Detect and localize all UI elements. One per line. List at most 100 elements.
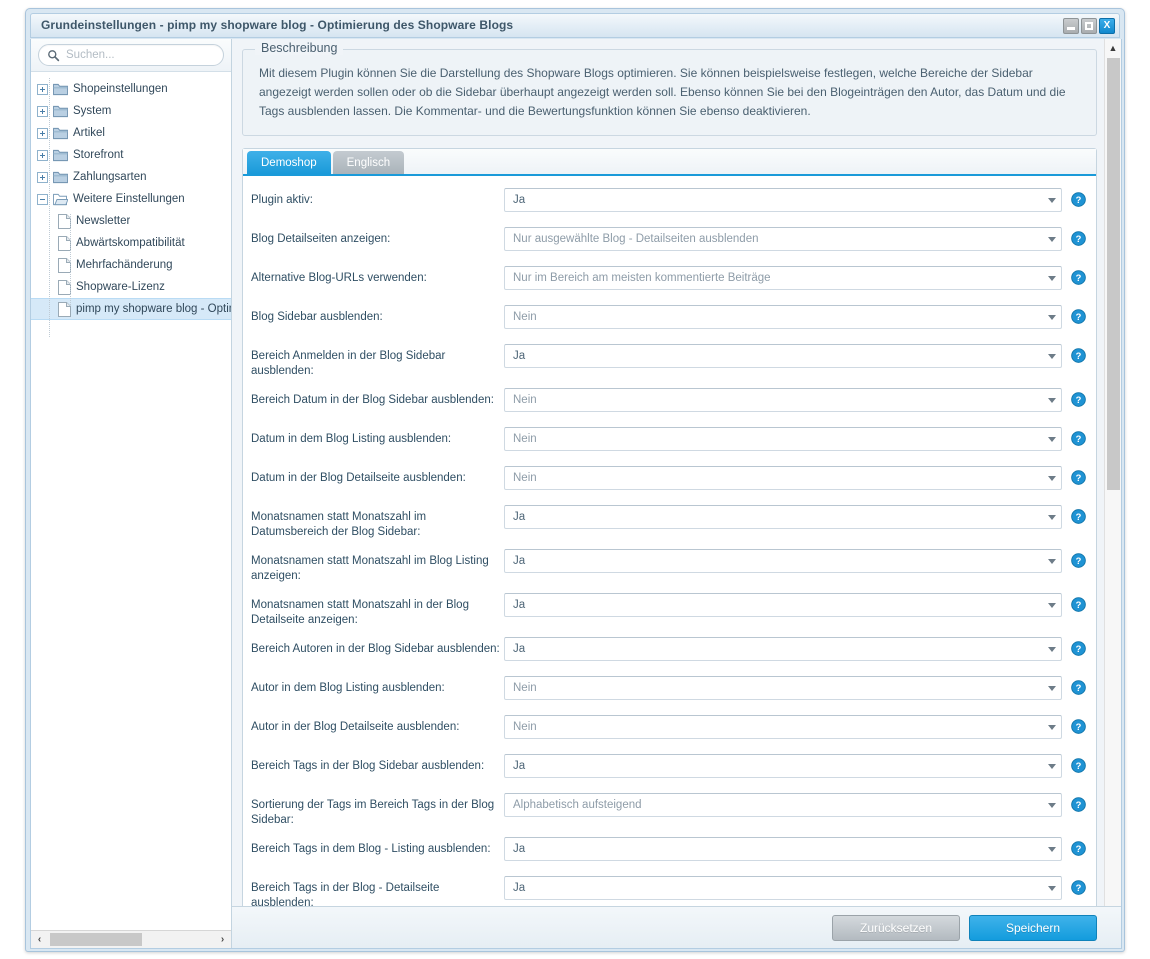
tree-item-label: pimp my shopware blog - Optim bbox=[76, 303, 231, 315]
hscroll-track[interactable] bbox=[48, 931, 214, 948]
tree-item-mehrfach-nderung[interactable]: Mehrfachänderung bbox=[31, 254, 231, 276]
main-vertical-scrollbar[interactable]: ▲ bbox=[1104, 39, 1121, 906]
save-button[interactable]: Speichern bbox=[969, 914, 1097, 941]
chevron-down-icon[interactable] bbox=[1043, 306, 1061, 328]
chevron-down-icon[interactable] bbox=[1043, 794, 1061, 816]
hscroll-thumb[interactable] bbox=[50, 933, 142, 946]
dropdown-0[interactable]: Ja bbox=[504, 188, 1062, 212]
tree-item-shopware-lizenz[interactable]: Shopware-Lizenz bbox=[31, 276, 231, 298]
help-icon[interactable]: ? bbox=[1071, 880, 1086, 895]
form-row: Bereich Datum in der Blog Sidebar ausble… bbox=[243, 386, 1096, 418]
chevron-down-icon[interactable] bbox=[1043, 838, 1061, 860]
dropdown-11[interactable]: Ja bbox=[504, 637, 1062, 661]
help-icon[interactable]: ? bbox=[1071, 270, 1086, 285]
search-box[interactable] bbox=[38, 44, 224, 66]
chevron-down-icon[interactable] bbox=[1043, 550, 1061, 572]
folder-icon bbox=[53, 149, 68, 161]
dropdown-14[interactable]: Ja bbox=[504, 754, 1062, 778]
expand-icon[interactable] bbox=[37, 171, 48, 183]
tree-item-abw-rtskompatibilit-t[interactable]: Abwärtskompatibilität bbox=[31, 232, 231, 254]
chevron-down-icon[interactable] bbox=[1043, 677, 1061, 699]
scroll-right-arrow-icon[interactable]: › bbox=[214, 931, 231, 948]
dropdown-8[interactable]: Ja bbox=[504, 505, 1062, 529]
tree-item-zahlungsarten[interactable]: Zahlungsarten bbox=[31, 166, 231, 188]
collapse-icon[interactable] bbox=[37, 193, 48, 205]
help-icon[interactable]: ? bbox=[1071, 719, 1086, 734]
tree-item-pimp-my-shopware-blog-optim[interactable]: pimp my shopware blog - Optim bbox=[31, 298, 231, 320]
svg-text:?: ? bbox=[1076, 473, 1082, 483]
help-icon[interactable]: ? bbox=[1071, 431, 1086, 446]
dropdown-7[interactable]: Nein bbox=[504, 466, 1062, 490]
sidebar-horizontal-scrollbar[interactable]: ‹ › bbox=[31, 930, 231, 948]
chevron-down-icon[interactable] bbox=[1043, 506, 1061, 528]
tree-item-newsletter[interactable]: Newsletter bbox=[31, 210, 231, 232]
chevron-down-icon[interactable] bbox=[1043, 428, 1061, 450]
search-input[interactable] bbox=[66, 49, 215, 61]
reset-button[interactable]: Zurücksetzen bbox=[832, 914, 960, 941]
dropdown-value: Nein bbox=[513, 721, 537, 733]
help-icon[interactable]: ? bbox=[1071, 641, 1086, 656]
help-icon[interactable]: ? bbox=[1071, 553, 1086, 568]
chevron-down-icon[interactable] bbox=[1043, 189, 1061, 211]
description-text: Mit diesem Plugin können Sie die Darstel… bbox=[259, 66, 1066, 118]
field-label: Bereich Tags in der Blog - Detailseite a… bbox=[251, 882, 440, 906]
tree-item-label: Mehrfachänderung bbox=[76, 259, 173, 271]
dropdown-9[interactable]: Ja bbox=[504, 549, 1062, 573]
chevron-down-icon[interactable] bbox=[1043, 467, 1061, 489]
help-icon[interactable]: ? bbox=[1071, 758, 1086, 773]
chevron-down-icon[interactable] bbox=[1043, 389, 1061, 411]
help-icon[interactable]: ? bbox=[1071, 597, 1086, 612]
help-icon[interactable]: ? bbox=[1071, 509, 1086, 524]
help-icon[interactable]: ? bbox=[1071, 231, 1086, 246]
expand-icon[interactable] bbox=[37, 127, 48, 139]
chevron-down-icon[interactable] bbox=[1043, 345, 1061, 367]
tree-item-storefront[interactable]: Storefront bbox=[31, 144, 231, 166]
tree-item-label: Abwärtskompatibilität bbox=[76, 237, 185, 249]
dropdown-13[interactable]: Nein bbox=[504, 715, 1062, 739]
tree-item-shopeinstellungen[interactable]: Shopeinstellungen bbox=[31, 78, 231, 100]
dropdown-3[interactable]: Nein bbox=[504, 305, 1062, 329]
help-icon[interactable]: ? bbox=[1071, 680, 1086, 695]
help-icon[interactable]: ? bbox=[1071, 309, 1086, 324]
dropdown-17[interactable]: Ja bbox=[504, 876, 1062, 900]
chevron-down-icon[interactable] bbox=[1043, 877, 1061, 899]
chevron-down-icon[interactable] bbox=[1043, 594, 1061, 616]
help-icon[interactable]: ? bbox=[1071, 797, 1086, 812]
dropdown-15[interactable]: Alphabetisch aufsteigend bbox=[504, 793, 1062, 817]
chevron-down-icon[interactable] bbox=[1043, 228, 1061, 250]
expand-icon[interactable] bbox=[37, 149, 48, 161]
help-icon[interactable]: ? bbox=[1071, 192, 1086, 207]
dropdown-5[interactable]: Nein bbox=[504, 388, 1062, 412]
chevron-down-icon[interactable] bbox=[1043, 267, 1061, 289]
help-icon[interactable]: ? bbox=[1071, 470, 1086, 485]
dropdown-1[interactable]: Nur ausgewählte Blog - Detailseiten ausb… bbox=[504, 227, 1062, 251]
field-wrapper: Nein bbox=[504, 713, 1062, 739]
expand-icon[interactable] bbox=[37, 83, 48, 95]
tab-englisch[interactable]: Englisch bbox=[332, 151, 405, 174]
tab-demoshop[interactable]: Demoshop bbox=[247, 151, 331, 174]
dropdown-12[interactable]: Nein bbox=[504, 676, 1062, 700]
dropdown-10[interactable]: Ja bbox=[504, 593, 1062, 617]
scroll-up-arrow-icon[interactable]: ▲ bbox=[1105, 39, 1121, 56]
dropdown-16[interactable]: Ja bbox=[504, 837, 1062, 861]
dropdown-value: Nein bbox=[513, 433, 537, 445]
expand-icon[interactable] bbox=[37, 105, 48, 117]
chevron-down-icon[interactable] bbox=[1043, 638, 1061, 660]
help-icon[interactable]: ? bbox=[1071, 841, 1086, 856]
chevron-down-icon[interactable] bbox=[1043, 716, 1061, 738]
scroll-left-arrow-icon[interactable]: ‹ bbox=[31, 931, 48, 948]
chevron-down-icon[interactable] bbox=[1043, 755, 1061, 777]
maximize-button[interactable] bbox=[1081, 18, 1097, 34]
dropdown-4[interactable]: Ja bbox=[504, 344, 1062, 368]
tree-item-system[interactable]: System bbox=[31, 100, 231, 122]
vscroll-thumb[interactable] bbox=[1107, 58, 1120, 490]
dropdown-2[interactable]: Nur im Bereich am meisten kommentierte B… bbox=[504, 266, 1062, 290]
tree-item-artikel[interactable]: Artikel bbox=[31, 122, 231, 144]
close-button[interactable]: X bbox=[1099, 18, 1115, 34]
help-icon[interactable]: ? bbox=[1071, 348, 1086, 363]
dropdown-value: Ja bbox=[513, 511, 526, 523]
dropdown-6[interactable]: Nein bbox=[504, 427, 1062, 451]
minimize-button[interactable] bbox=[1063, 18, 1079, 34]
help-icon[interactable]: ? bbox=[1071, 392, 1086, 407]
tree-item-weitere-einstellungen[interactable]: Weitere Einstellungen bbox=[31, 188, 231, 210]
